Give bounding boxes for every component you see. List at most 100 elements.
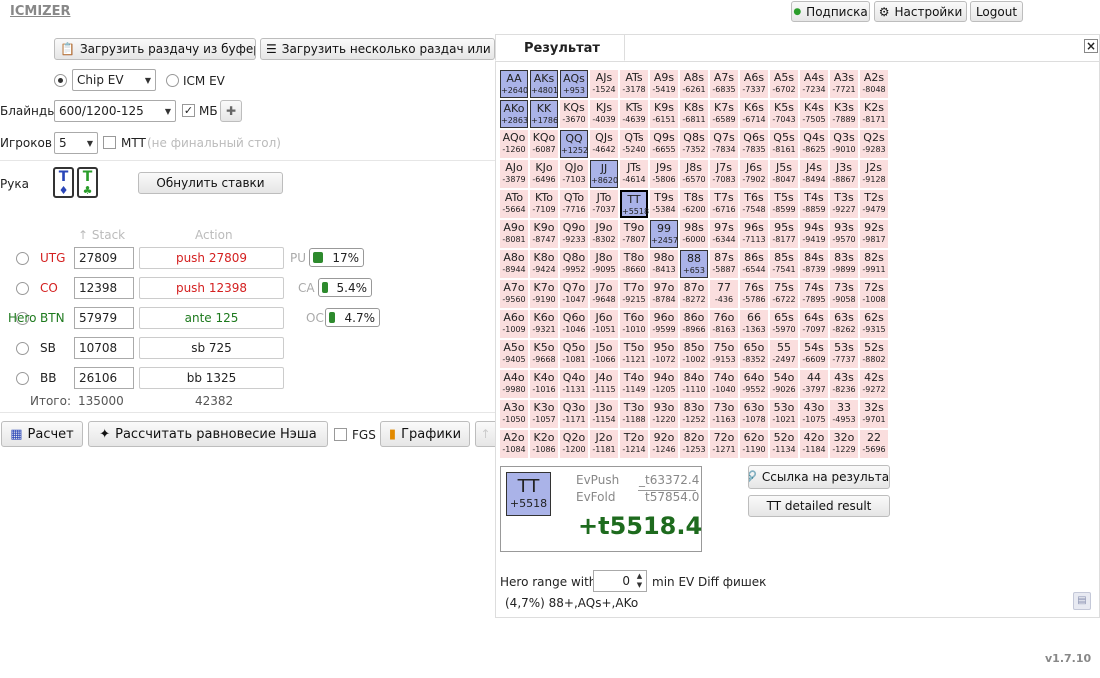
hand-cell[interactable]: J5o -1066	[590, 340, 618, 368]
result-tab[interactable]: Результат	[495, 34, 625, 61]
hand-cell[interactable]: K4s -7505	[800, 100, 828, 128]
hand-cell[interactable]: T5o -1121	[620, 340, 648, 368]
action-button[interactable]: sb 725	[139, 337, 284, 359]
hand-cell[interactable]: KTs -4639	[620, 100, 648, 128]
hand-cell[interactable]: 93s -9570	[830, 220, 858, 248]
hand-cell[interactable]: T8o -8660	[620, 250, 648, 278]
hand-cell[interactable]: 86o -8966	[680, 310, 708, 338]
hand-cell[interactable]: 85o -1002	[680, 340, 708, 368]
load-multiple-button[interactable]: ☰ Загрузить несколько раздач или тур	[260, 38, 495, 60]
hand-cell[interactable]: 63s -8262	[830, 310, 858, 338]
load-clipboard-button[interactable]: 📋 Загрузить раздачу из буфера	[54, 38, 256, 60]
hand-cell[interactable]: Q4s -8625	[800, 130, 828, 158]
hand-cell[interactable]: 82o -1253	[680, 430, 708, 458]
hand-cell[interactable]: 92o -1246	[650, 430, 678, 458]
hand-cell[interactable]: KQo -6087	[530, 130, 558, 158]
hand-cell[interactable]: 74s -7895	[800, 280, 828, 308]
hand-cell[interactable]: J6o -1051	[590, 310, 618, 338]
copy-icon[interactable]: ▤	[1073, 592, 1091, 610]
settings-button[interactable]: ⚙ Настройки	[874, 1, 967, 22]
hand-cell[interactable]: 54s -6609	[800, 340, 828, 368]
action-button[interactable]: push 12398	[139, 277, 284, 299]
charts-button[interactable]: ▮ Графики	[380, 421, 470, 447]
action-button[interactable]: bb 1325	[139, 367, 284, 389]
hand-cell[interactable]: AKs +4801	[530, 70, 558, 98]
hand-cell[interactable]: Q8s -7352	[680, 130, 708, 158]
hand-cell[interactable]: 83s -9899	[830, 250, 858, 278]
hand-cell[interactable]: 54o -9026	[770, 370, 798, 398]
hand-cell[interactable]: 64s -7097	[800, 310, 828, 338]
hand-cell[interactable]: QTs -5240	[620, 130, 648, 158]
hand-cell[interactable]: K9o -8747	[530, 220, 558, 248]
hand-cell[interactable]: T4s -8859	[800, 190, 828, 218]
hand-cell[interactable]: Q3o -1171	[560, 400, 588, 428]
hand-cell[interactable]: K2o -1086	[530, 430, 558, 458]
stepper-icon[interactable]: ▲ ▼	[634, 572, 645, 590]
hand-cell[interactable]: A6s -7337	[740, 70, 768, 98]
hand-cell[interactable]: 84s -8739	[800, 250, 828, 278]
hand-cell[interactable]: A5s -6702	[770, 70, 798, 98]
hand-cell[interactable]: 72o -1271	[710, 430, 738, 458]
hand-cell[interactable]: A2o -1084	[500, 430, 528, 458]
hand-cell[interactable]: A7o -9560	[500, 280, 528, 308]
hand-cell[interactable]: 83o -1252	[680, 400, 708, 428]
hand-cell[interactable]: QTo -7716	[560, 190, 588, 218]
hand-cell[interactable]: K5o -9668	[530, 340, 558, 368]
hand-cell[interactable]: T8s -6200	[680, 190, 708, 218]
hand-cell[interactable]: ATo -5664	[500, 190, 528, 218]
hand-cell[interactable]: J3s -8867	[830, 160, 858, 188]
hand-cell[interactable]: K6o -9321	[530, 310, 558, 338]
hand-cell[interactable]: 42o -1184	[800, 430, 828, 458]
hand-cell[interactable]: Q9s -6655	[650, 130, 678, 158]
fgs-checkbox[interactable]	[334, 428, 347, 441]
hand-cell[interactable]: AA +2640	[500, 70, 528, 98]
hand-cell[interactable]: Q5s -8161	[770, 130, 798, 158]
stack-input[interactable]: 27809	[74, 247, 134, 269]
hand-cell[interactable]: A3s -7721	[830, 70, 858, 98]
hand-cell[interactable]: A7s -6835	[710, 70, 738, 98]
hand-cell[interactable]: Q4o -1131	[560, 370, 588, 398]
hand-cell[interactable]: QQ +1252	[560, 130, 588, 158]
hand-cell[interactable]: T7o -9215	[620, 280, 648, 308]
hand-card-2[interactable]: T ♣	[77, 167, 98, 198]
stack-input[interactable]: 10708	[74, 337, 134, 359]
hand-cell[interactable]: Q8o -9952	[560, 250, 588, 278]
hand-cell[interactable]: 95s -8177	[770, 220, 798, 248]
hand-cell[interactable]: K3s -7889	[830, 100, 858, 128]
hand-cell[interactable]: A8o -8944	[500, 250, 528, 278]
hand-cell[interactable]: 85s -7541	[770, 250, 798, 278]
logout-button[interactable]: Logout	[970, 1, 1023, 22]
hand-cell[interactable]: KQs -3670	[560, 100, 588, 128]
hand-cell[interactable]: 43o -1075	[800, 400, 828, 428]
hand-cell[interactable]: KK +1786	[530, 100, 558, 128]
hand-cell[interactable]: AKo +2863	[500, 100, 528, 128]
hand-cell[interactable]: K6s -6714	[740, 100, 768, 128]
position-radio[interactable]	[16, 282, 29, 295]
hand-cell[interactable]: AJo -3879	[500, 160, 528, 188]
hand-cell[interactable]: 76o -8163	[710, 310, 738, 338]
hand-cell[interactable]: 77 -436	[710, 280, 738, 308]
players-select[interactable]: 5 ▼	[54, 132, 98, 154]
hand-cell[interactable]: 22 -5696	[860, 430, 888, 458]
hand-cell[interactable]: 64o -9552	[740, 370, 768, 398]
hand-cell[interactable]: T3o -1188	[620, 400, 648, 428]
hand-cell[interactable]: Q7o -1047	[560, 280, 588, 308]
hand-cell[interactable]: 93o -1220	[650, 400, 678, 428]
hand-cell[interactable]: 87o -8272	[680, 280, 708, 308]
hand-cell[interactable]: 43s -8236	[830, 370, 858, 398]
hand-cell[interactable]: Q3s -9010	[830, 130, 858, 158]
hand-cell[interactable]: 62o -1190	[740, 430, 768, 458]
more-button[interactable]: ↑	[475, 421, 495, 447]
hand-cell[interactable]: T5s -8599	[770, 190, 798, 218]
hand-cell[interactable]: J8o -9095	[590, 250, 618, 278]
hand-cell[interactable]: T4o -1149	[620, 370, 648, 398]
hand-cell[interactable]: 99 +2457	[650, 220, 678, 248]
calculate-button[interactable]: ▦ Расчет	[1, 421, 83, 447]
hand-cell[interactable]: 98o -8413	[650, 250, 678, 278]
hand-cell[interactable]: 62s -9315	[860, 310, 888, 338]
chip-ev-radio[interactable]	[54, 74, 67, 87]
hand-cell[interactable]: 72s -1008	[860, 280, 888, 308]
hand-cell[interactable]: J3o -1154	[590, 400, 618, 428]
hand-cell[interactable]: Q6s -7835	[740, 130, 768, 158]
hand-cell[interactable]: 87s -5887	[710, 250, 738, 278]
